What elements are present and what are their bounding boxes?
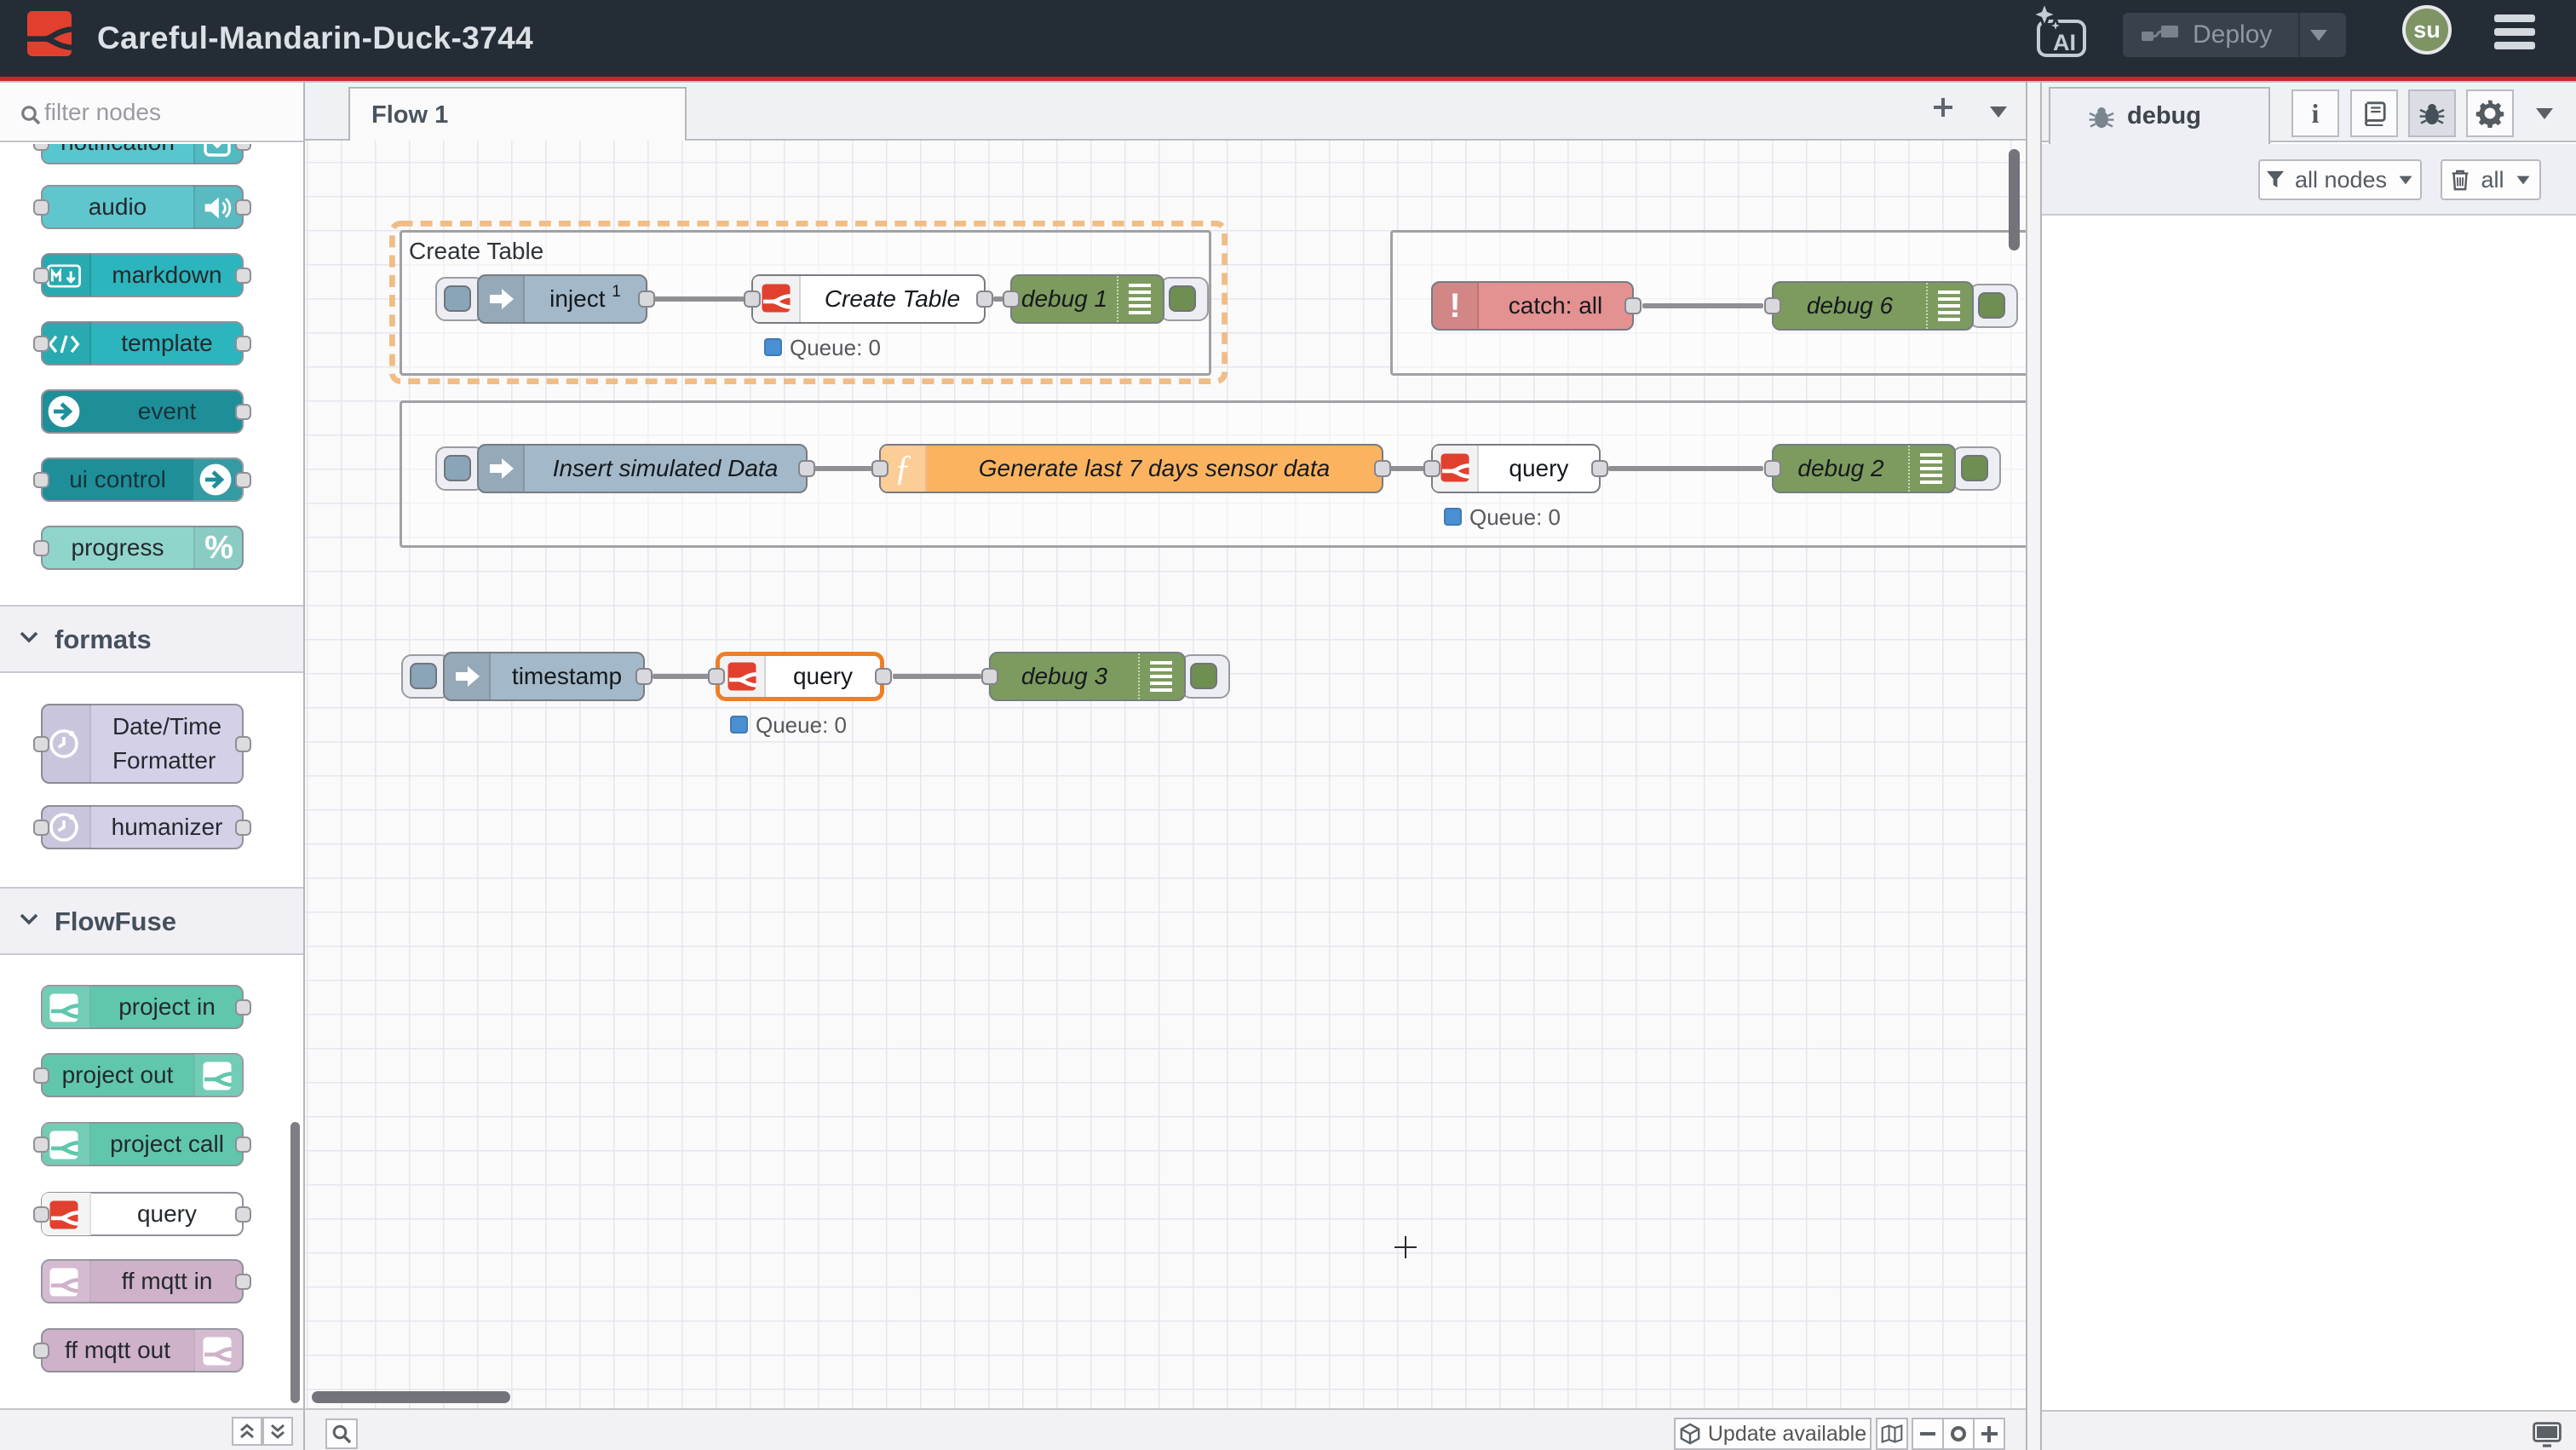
svg-text:AI: AI	[2053, 30, 2076, 55]
